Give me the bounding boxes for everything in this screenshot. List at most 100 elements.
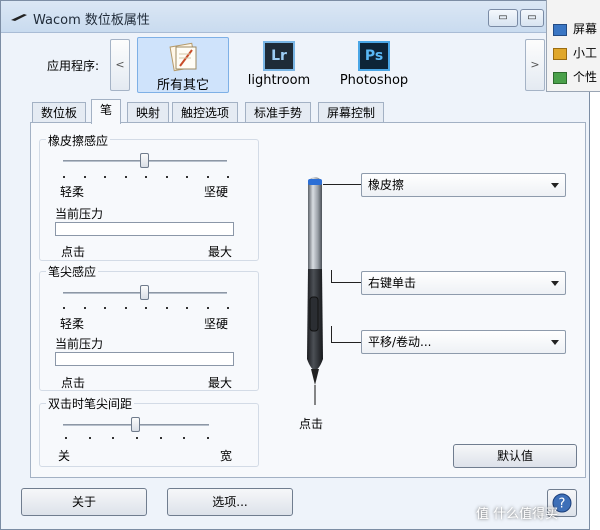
slider-tick [186, 176, 188, 178]
slider-tick [186, 307, 188, 309]
pen-logo-icon [11, 14, 27, 21]
all-others-icon [169, 42, 197, 72]
default-button[interactable]: 默认值 [453, 444, 577, 468]
window-title: Wacom 数位板属性 [33, 13, 150, 28]
chevron-down-icon [551, 183, 559, 188]
photoshop-icon: Ps [358, 41, 390, 71]
eraser-feel-firm-label: 坚硬 [204, 185, 229, 199]
tip-feel-slider[interactable] [140, 285, 149, 300]
pen-tip-label: 点击 [299, 417, 324, 431]
watermark: 值 什么值得买 [476, 507, 559, 522]
app-label-photoshop: Photoshop [339, 73, 409, 88]
tab-tablet[interactable]: 数位板 [32, 102, 87, 123]
tip-feel-firm-label: 坚硬 [204, 317, 229, 331]
tab-pen[interactable]: 笔 [91, 99, 122, 124]
slider-tick [227, 307, 229, 309]
eraser-feel-title: 橡皮擦感应 [46, 132, 111, 149]
slider-tick [104, 176, 106, 178]
lightroom-icon: Lr [263, 41, 295, 71]
slider-tick [159, 437, 162, 439]
double-click-off-label: 关 [58, 449, 71, 463]
tab-standard-gestures[interactable]: 标准手势 [245, 102, 312, 123]
double-click-distance-slider[interactable] [131, 417, 140, 432]
slider-tick [65, 437, 67, 439]
popup-item-screen[interactable]: 屏幕 [553, 20, 597, 40]
tab-screen-control[interactable]: 屏幕控制 [318, 102, 385, 123]
app-label-lightroom: lightroom [247, 73, 311, 88]
eraser-pressure-label: 当前压力 [55, 207, 104, 221]
slider-tick [183, 437, 186, 439]
upper-side-button-value: 右键单击 [368, 276, 417, 290]
slider-tick [136, 437, 138, 439]
monitor-icon [553, 23, 567, 36]
minimize-icon: ▭ [498, 12, 508, 23]
maximize-button[interactable]: ▭ [520, 9, 544, 27]
eraser-pressure-meter [55, 222, 234, 236]
tip-feel-title: 笔尖感应 [46, 263, 99, 280]
chevron-down-icon [551, 340, 559, 345]
lower-button-leader-line [331, 342, 361, 343]
slider-tick [165, 307, 168, 309]
slider-tick [63, 307, 65, 309]
app-tile-lightroom[interactable]: Lr lightroom [233, 37, 325, 93]
lower-button-leader-vertical [331, 326, 332, 343]
slider-tick [124, 307, 127, 309]
upper-side-button-dropdown[interactable]: 右键单击 [361, 271, 566, 295]
pen-illustration [307, 177, 323, 405]
popup-item-gadgets[interactable]: 小工 [553, 44, 597, 64]
app-label-all-others: 所有其它 [156, 78, 209, 93]
slider-tick [88, 437, 91, 439]
tab-mapping[interactable]: 映射 [127, 102, 170, 123]
slider-tick [63, 176, 65, 178]
gadget-icon [553, 47, 567, 60]
tip-pressure-min-label: 点击 [61, 376, 86, 390]
tip-pressure-meter [55, 352, 234, 366]
chevron-right-icon: > [530, 58, 540, 71]
eraser-leader-line [323, 184, 361, 185]
lower-side-button-dropdown[interactable]: 平移/卷动... [361, 330, 566, 354]
app-scroll-left-button[interactable]: < [110, 39, 130, 91]
properties-window: Wacom 数位板属性 ▭ ▭ 应用程序: < 所有其它 Lr lightroo… [0, 0, 590, 530]
lower-side-button-value: 平移/卷动... [368, 335, 432, 349]
options-button[interactable]: 选项... [167, 488, 293, 516]
context-popup: 屏幕 小工 个性 [546, 0, 600, 92]
slider-tick [145, 176, 147, 178]
maximize-icon: ▭ [527, 12, 537, 23]
app-scroll-right-button[interactable]: > [525, 39, 545, 91]
tip-pressure-max-label: 最大 [208, 376, 233, 390]
tip-pressure-label: 当前压力 [55, 337, 104, 351]
slider-tick [145, 307, 147, 309]
eraser-feel-soft-label: 轻柔 [60, 185, 85, 199]
slider-tick [207, 437, 209, 439]
applications-label: 应用程序: [47, 59, 100, 73]
slider-tick [165, 176, 168, 178]
double-click-wide-label: 宽 [220, 449, 233, 463]
tab-touch-options[interactable]: 触控选项 [172, 102, 239, 123]
slider-tick [124, 176, 127, 178]
app-tile-photoshop[interactable]: Ps Photoshop [328, 37, 420, 93]
eraser-feel-slider[interactable] [140, 153, 149, 168]
slider-tick [206, 176, 209, 178]
upper-button-leader-vertical [331, 270, 332, 283]
double-click-distance-title: 双击时笔尖间距 [46, 395, 135, 412]
tip-feel-soft-label: 轻柔 [60, 317, 85, 331]
minimize-button[interactable]: ▭ [488, 9, 518, 27]
slider-tick [104, 307, 106, 309]
about-button[interactable]: 关于 [21, 488, 147, 516]
popup-item-personalize[interactable]: 个性 [553, 68, 597, 88]
title-bar: Wacom 数位板属性 ▭ ▭ [1, 1, 589, 33]
eraser-pressure-max-label: 最大 [208, 245, 233, 259]
slider-tick [206, 307, 209, 309]
eraser-action-value: 橡皮擦 [368, 178, 405, 192]
chevron-left-icon: < [115, 58, 125, 71]
slider-tick [83, 307, 86, 309]
eraser-action-dropdown[interactable]: 橡皮擦 [361, 173, 566, 197]
upper-button-leader-line [331, 282, 361, 283]
app-tile-all-others[interactable]: 所有其它 [137, 37, 229, 93]
slider-tick [83, 176, 86, 178]
slider-tick [112, 437, 115, 439]
slider-tick [227, 176, 229, 178]
chevron-down-icon [551, 281, 559, 286]
eraser-pressure-min-label: 点击 [61, 245, 86, 259]
personalize-icon [553, 71, 567, 84]
